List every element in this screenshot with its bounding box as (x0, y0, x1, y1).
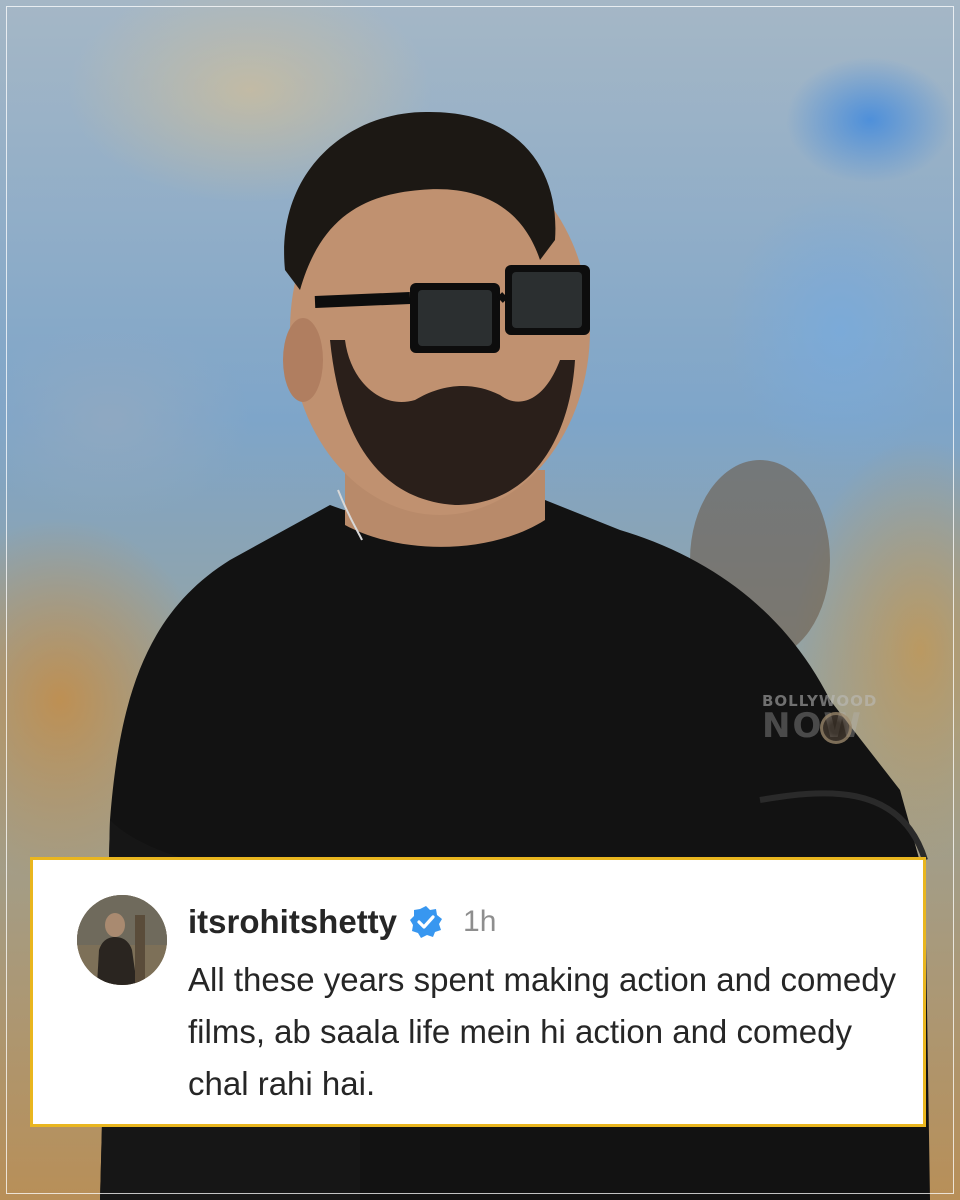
avatar-image (77, 895, 167, 985)
username-link[interactable]: itsrohitshetty (188, 903, 397, 941)
verified-badge-icon (409, 905, 443, 939)
avatar[interactable] (77, 895, 167, 985)
comment-card: itsrohitshetty 1h All these years spent … (30, 857, 926, 1127)
watermark-speaker-icon (820, 712, 852, 744)
comment-header: itsrohitshetty 1h (188, 900, 496, 944)
bollywood-now-watermark: BOLLYWOOD NOW (762, 692, 902, 754)
comment-timestamp: 1h (463, 905, 497, 938)
comment-text: All these years spent making action and … (188, 961, 897, 1102)
